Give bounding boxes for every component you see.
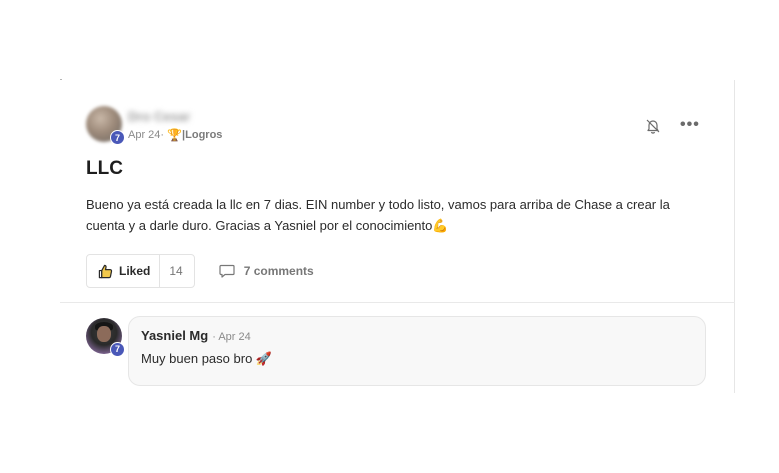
comment-bubble: Yasniel Mg · Apr 24 Muy buen paso bro 🚀 <box>128 316 706 386</box>
post-author-row: 7 Dro Cesar Apr 24 · 🏆 | Logros ••• <box>86 106 706 146</box>
post-meta: Apr 24 · 🏆 | Logros <box>128 128 222 142</box>
post: 7 Dro Cesar Apr 24 · 🏆 | Logros ••• LLC … <box>86 106 706 288</box>
comment-header: Yasniel Mg · Apr 24 <box>141 328 693 343</box>
post-date[interactable]: Apr 24 <box>128 129 160 141</box>
meta-separator: · <box>160 129 165 141</box>
comment-author-level-badge: 7 <box>110 342 125 357</box>
like-button[interactable]: Liked <box>87 255 161 287</box>
post-author-level-badge: 7 <box>110 130 125 145</box>
post-card: 7 Dro Cesar Apr 24 · 🏆 | Logros ••• LLC … <box>60 80 735 393</box>
comment-author-name[interactable]: Yasniel Mg <box>141 328 208 343</box>
comment-text: Muy buen paso bro 🚀 <box>141 351 273 366</box>
post-author-name[interactable]: Dro Cesar <box>128 109 190 124</box>
comment-date[interactable]: · Apr 24 <box>212 331 251 343</box>
trophy-icon: 🏆 <box>167 128 183 142</box>
avatar-face <box>97 326 111 342</box>
like-label: Liked <box>119 264 151 278</box>
more-options-icon[interactable]: ••• <box>680 116 700 134</box>
post-actions: Liked 14 7 comments <box>86 254 314 288</box>
comment-bubble-icon <box>219 264 235 278</box>
like-count[interactable]: 14 <box>160 255 193 287</box>
thumbs-up-icon <box>98 264 113 278</box>
post-category[interactable]: Logros <box>185 129 222 141</box>
divider <box>60 302 735 303</box>
comments-label: 7 comments <box>243 264 314 278</box>
like-control: Liked 14 <box>86 254 195 288</box>
comments-button[interactable]: 7 comments <box>219 264 314 278</box>
bell-off-icon[interactable] <box>645 118 661 134</box>
post-body: Bueno ya está creada la llc en 7 dias. E… <box>86 197 670 233</box>
post-title: LLC <box>86 158 123 179</box>
